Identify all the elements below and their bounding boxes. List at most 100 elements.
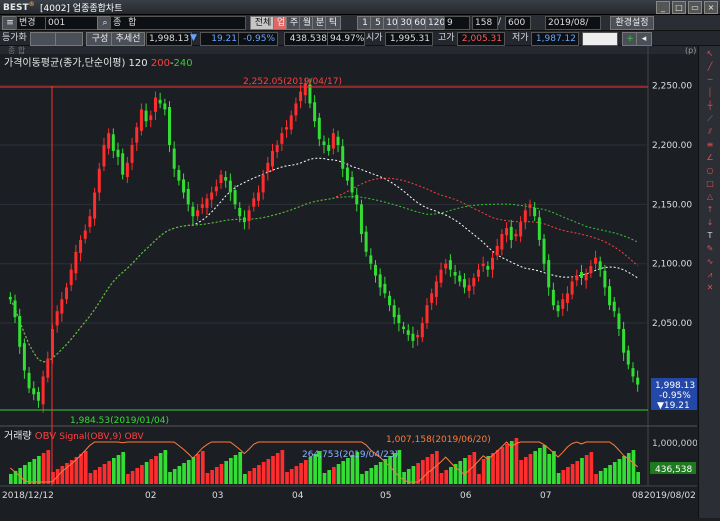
- line-tool-icon[interactable]: ╱: [702, 61, 718, 72]
- horizontal-line-icon[interactable]: ─: [702, 74, 718, 85]
- fibonacci-icon[interactable]: ≡: [702, 139, 718, 150]
- ratio-value: 94.97%: [327, 32, 365, 46]
- count-b-input[interactable]: 158: [472, 16, 498, 30]
- market-select[interactable]: 변경: [16, 16, 46, 30]
- color-select[interactable]: [582, 32, 618, 46]
- volume-bar: [135, 468, 140, 484]
- candle-body: [425, 305, 429, 324]
- trend-line-icon[interactable]: ⟋: [702, 113, 718, 124]
- volume-bar: [83, 451, 88, 484]
- cursor-icon[interactable]: ↖: [702, 48, 718, 59]
- volume-bar: [121, 452, 126, 484]
- maximize-icon[interactable]: ▭: [688, 1, 702, 14]
- candle-body: [149, 115, 153, 121]
- triangle-icon[interactable]: △: [702, 191, 718, 202]
- volume-bar: [191, 457, 196, 484]
- x-month-label: 03: [212, 491, 223, 501]
- code-input[interactable]: 001: [45, 16, 101, 30]
- volume-bar: [93, 470, 97, 484]
- cross-line-icon[interactable]: ┼: [702, 100, 718, 111]
- volume-bar: [439, 473, 444, 484]
- volume-bar: [425, 457, 430, 484]
- volume-bar: [622, 456, 626, 484]
- toolbar-top: ≡ 변경 001 ⌕ 종 합 전체 업 주 월 분 틱 1 5 10 30 60…: [0, 15, 720, 31]
- left-button-b[interactable]: [55, 32, 83, 46]
- x-month-label: 08: [632, 491, 644, 501]
- unit-label: (p): [685, 46, 696, 55]
- collapse-icon[interactable]: ◂: [636, 32, 652, 46]
- volume-bar: [229, 458, 233, 484]
- candle-body: [219, 174, 223, 183]
- env-settings-button[interactable]: 환경설정: [610, 16, 654, 30]
- volume-bar: [289, 469, 294, 484]
- trend-button[interactable]: 추세선: [111, 32, 145, 46]
- candle-body: [102, 145, 106, 167]
- volume-bar: [608, 465, 612, 484]
- volume-bar: [547, 454, 552, 484]
- candle-body: [83, 230, 87, 239]
- text-tool-icon[interactable]: T: [702, 230, 718, 241]
- volume-bar: [495, 450, 500, 484]
- candle-body: [266, 162, 270, 173]
- volume-bar: [111, 458, 116, 484]
- candle-body: [285, 127, 289, 130]
- volume-bar: [97, 467, 102, 484]
- price-chart[interactable]: 종 합 (p) 가격이동평균(종가,단순이평) 120 200-240 2,25…: [0, 46, 698, 518]
- vertical-line-icon[interactable]: │: [702, 87, 718, 98]
- count-a-input[interactable]: 9: [444, 16, 470, 30]
- arrow-up-icon[interactable]: ↑: [702, 204, 718, 215]
- candle-body: [481, 263, 485, 267]
- volume-bar: [444, 470, 449, 484]
- candle-body: [626, 350, 630, 365]
- candle-body: [584, 273, 588, 281]
- volume-bar: [247, 471, 252, 484]
- restore-icon[interactable]: □: [672, 1, 686, 14]
- candle-body: [18, 315, 22, 347]
- candle-body: [36, 391, 40, 401]
- minimize-icon[interactable]: _: [656, 1, 670, 14]
- arrow-down-icon[interactable]: ↓: [702, 217, 718, 228]
- candle-body: [594, 257, 598, 264]
- zigzag-icon[interactable]: ⩘: [702, 269, 718, 280]
- candle-body: [411, 333, 415, 341]
- candle-body: [472, 277, 476, 287]
- y-tick-label: 2,250.00: [652, 82, 692, 92]
- left-button-a[interactable]: [30, 32, 58, 46]
- chart-area[interactable]: 종 합 (p) 가격이동평균(종가,단순이평) 120 200-240 2,25…: [0, 46, 698, 518]
- y-tick-label: 2,100.00: [652, 260, 692, 270]
- candle-body: [388, 295, 392, 306]
- date-input[interactable]: 2019/08/: [545, 16, 601, 30]
- compose-button[interactable]: 구성: [86, 32, 114, 46]
- angle-icon[interactable]: ∠: [702, 152, 718, 163]
- circle-icon[interactable]: ○: [702, 165, 718, 176]
- volume-bar: [154, 456, 158, 484]
- close-icon[interactable]: ×: [704, 1, 718, 14]
- rectangle-icon[interactable]: □: [702, 178, 718, 189]
- candle-body: [542, 238, 546, 264]
- candle-body: [369, 255, 373, 264]
- candle-body: [416, 334, 420, 338]
- count-c-input[interactable]: 600: [505, 16, 531, 30]
- window-controls: _ □ ▭ ×: [656, 1, 718, 14]
- volume-bar: [41, 453, 46, 484]
- volume-annotation-left: 264,753(2019/04/23): [302, 450, 398, 460]
- candle-body: [565, 293, 569, 303]
- candle-body: [575, 275, 579, 281]
- volume-bar: [636, 472, 640, 484]
- candle-body: [359, 204, 363, 235]
- pen-icon[interactable]: ✎: [702, 243, 718, 254]
- candle-body: [69, 269, 73, 286]
- tab-tick[interactable]: 틱: [325, 16, 341, 30]
- delete-icon[interactable]: ✕: [702, 282, 718, 293]
- svg-text:-0.95%: -0.95%: [659, 391, 691, 401]
- candle-body: [439, 269, 443, 283]
- candle-body: [570, 281, 574, 295]
- volume-bar: [598, 471, 603, 484]
- volume-bar: [200, 451, 205, 484]
- candle-body: [589, 266, 593, 274]
- volume-bar: [238, 452, 243, 484]
- volume-bar: [594, 474, 598, 484]
- candle-body: [505, 228, 509, 236]
- parallel-line-icon[interactable]: ⫽: [702, 126, 718, 137]
- wave-icon[interactable]: ∿: [702, 256, 718, 267]
